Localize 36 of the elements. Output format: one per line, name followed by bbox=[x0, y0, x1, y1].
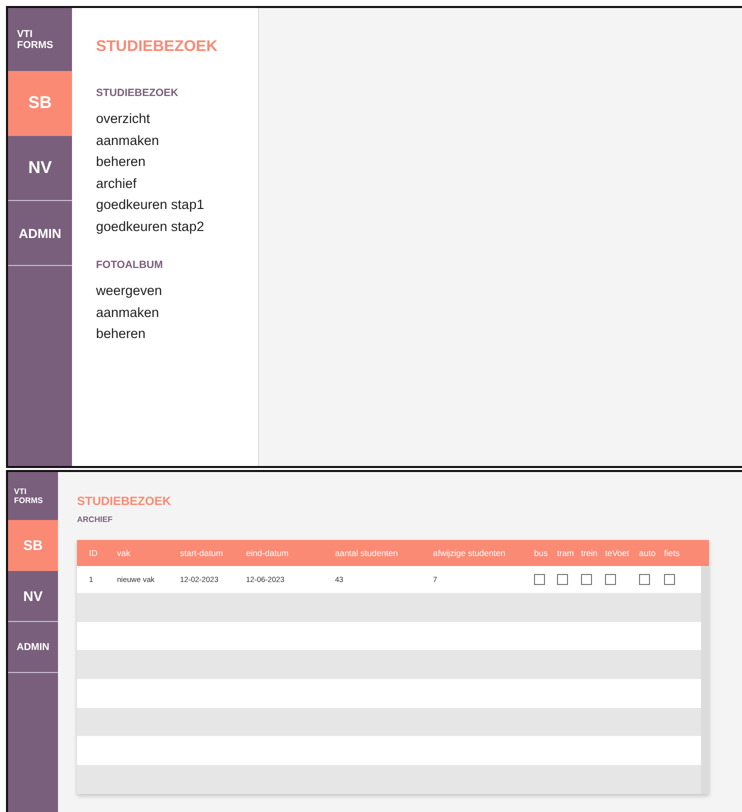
menu-link[interactable]: goedkeuren stap2 bbox=[96, 216, 258, 237]
menu-link[interactable]: overzicht bbox=[96, 108, 258, 130]
column-header: eind-datum bbox=[246, 548, 290, 558]
menu-link[interactable]: aanmaken bbox=[96, 130, 258, 151]
section-heading: STUDIEBEZOEK bbox=[96, 87, 180, 99]
menu-link[interactable]: goedkeuren stap1 bbox=[96, 194, 258, 216]
brand-logo: VTI FORMS bbox=[16, 28, 54, 52]
section-heading: FOTOALBUM bbox=[96, 259, 164, 271]
column-header: auto bbox=[639, 548, 657, 558]
menu-link[interactable]: aanmaken bbox=[96, 302, 258, 323]
page-subtitle: ARCHIEF bbox=[77, 515, 114, 524]
column-header: trein bbox=[581, 548, 599, 558]
menu-link[interactable]: beheren bbox=[96, 323, 258, 344]
sidebar-item[interactable]: ADMIN bbox=[8, 622, 58, 673]
checkbox[interactable] bbox=[639, 574, 650, 585]
column-header: teVoet bbox=[605, 548, 630, 558]
column-header: tram bbox=[557, 548, 575, 558]
checkbox[interactable] bbox=[557, 574, 568, 585]
menu-link[interactable]: weergeven bbox=[96, 280, 258, 302]
menu-title: STUDIEBEZOEK bbox=[96, 38, 218, 56]
column-header: vak bbox=[117, 548, 132, 558]
column-header: aantal studenten bbox=[335, 548, 399, 558]
column-header: afwijzige studenten bbox=[433, 548, 506, 558]
checkbox[interactable] bbox=[581, 574, 592, 585]
column-header: ID bbox=[89, 548, 98, 558]
checkbox[interactable] bbox=[534, 574, 545, 585]
checkbox[interactable] bbox=[664, 574, 675, 585]
menu-link[interactable]: archief bbox=[96, 172, 258, 194]
checkbox[interactable] bbox=[605, 574, 616, 585]
column-header: start-datum bbox=[180, 548, 224, 558]
brand-logo: VTI FORMS bbox=[13, 486, 44, 507]
sidebar-item[interactable]: NV bbox=[8, 571, 58, 622]
column-header: bus bbox=[534, 548, 549, 558]
column-header: fiets bbox=[664, 548, 681, 558]
menu-link[interactable]: beheren bbox=[96, 151, 258, 172]
page-title: STUDIEBEZOEK bbox=[77, 494, 172, 508]
